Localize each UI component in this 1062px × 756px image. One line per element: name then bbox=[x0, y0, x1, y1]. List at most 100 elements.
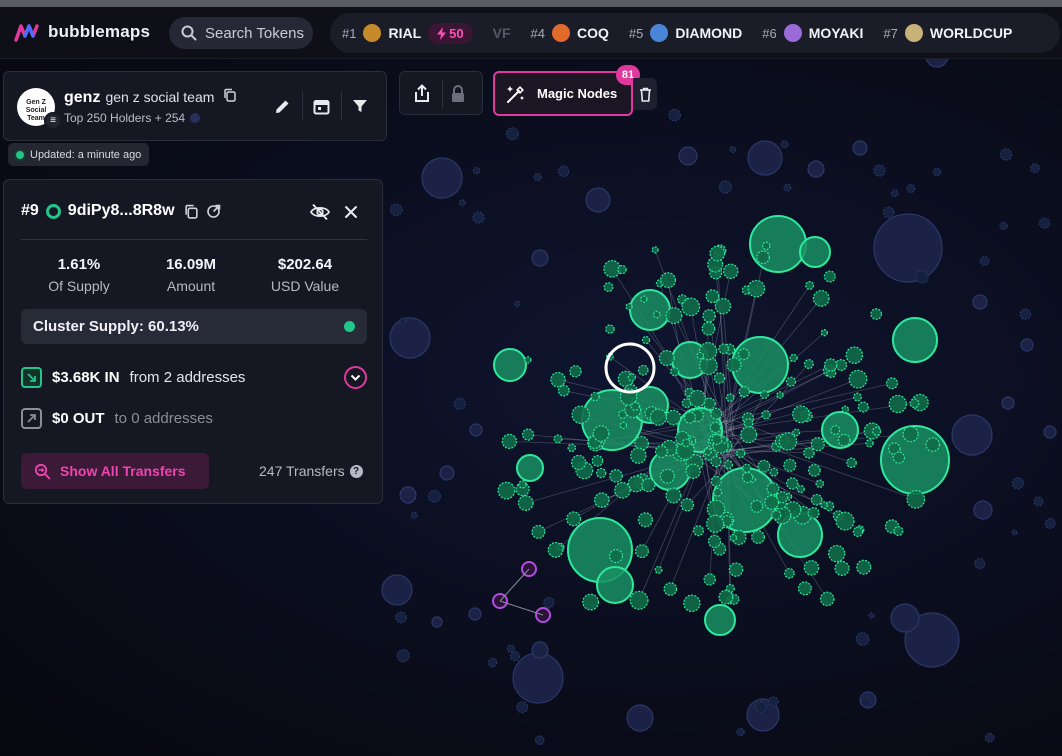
holder-bubble-cluster[interactable] bbox=[856, 559, 872, 575]
holder-bubble-dark[interactable] bbox=[890, 189, 899, 198]
holder-bubble-cluster[interactable] bbox=[571, 405, 590, 424]
holder-bubble-cluster[interactable] bbox=[723, 460, 734, 470]
holder-bubble-cluster[interactable] bbox=[848, 369, 868, 389]
holder-bubble-dark[interactable] bbox=[512, 652, 564, 704]
holder-bubble-cluster[interactable] bbox=[845, 346, 864, 365]
holder-bubble-dark[interactable] bbox=[531, 641, 549, 659]
filter-button[interactable] bbox=[348, 94, 372, 118]
expand-inflow-button[interactable] bbox=[344, 366, 367, 389]
holder-bubble-cluster[interactable] bbox=[764, 494, 780, 510]
copy-icon[interactable] bbox=[223, 88, 237, 102]
trending-item-rial[interactable]: #1 RIAL 50 bbox=[342, 22, 473, 44]
holder-bubble-cluster[interactable] bbox=[711, 433, 723, 445]
holder-bubble-dark[interactable] bbox=[458, 199, 466, 207]
holder-bubble-dark[interactable] bbox=[389, 203, 403, 217]
edit-button[interactable] bbox=[270, 94, 294, 118]
holder-bubble-dark[interactable] bbox=[487, 657, 498, 668]
holder-bubble-dark[interactable] bbox=[860, 697, 871, 707]
holder-bubble-dark[interactable] bbox=[951, 414, 993, 456]
holder-bubble-cluster[interactable] bbox=[630, 447, 647, 464]
holder-bubble-cluster[interactable] bbox=[567, 443, 577, 453]
holder-bubble-cluster[interactable] bbox=[706, 514, 725, 533]
holder-bubble-cluster[interactable] bbox=[852, 526, 864, 538]
holder-bubble-cluster[interactable] bbox=[557, 384, 570, 397]
holder-bubble-cluster[interactable] bbox=[637, 364, 649, 376]
holder-bubble-dark[interactable] bbox=[427, 489, 441, 503]
holder-bubble-cluster[interactable] bbox=[803, 447, 815, 459]
holder-bubble-cluster[interactable] bbox=[751, 530, 765, 545]
holder-bubble-cluster[interactable] bbox=[659, 468, 675, 484]
holder-bubble-dark[interactable] bbox=[1019, 308, 1032, 320]
holder-bubble-cluster[interactable] bbox=[725, 393, 735, 402]
holder-bubble-cluster[interactable] bbox=[516, 454, 544, 482]
holder-bubble-cluster[interactable] bbox=[603, 282, 614, 293]
holder-bubble-dark[interactable] bbox=[754, 700, 767, 713]
holder-bubble-cluster[interactable] bbox=[570, 454, 587, 471]
holder-bubble-dark[interactable] bbox=[1001, 396, 1015, 410]
trending-item-moyaki[interactable]: #6 MOYAKI bbox=[762, 24, 863, 42]
holder-bubble-cluster[interactable] bbox=[634, 544, 649, 559]
holder-bubble-cluster[interactable] bbox=[892, 317, 938, 363]
holder-bubble-dark[interactable] bbox=[973, 500, 993, 520]
holder-bubble-cluster[interactable] bbox=[688, 389, 707, 408]
holder-bubble-cluster[interactable] bbox=[761, 410, 771, 420]
holder-bubble-cluster[interactable] bbox=[707, 534, 722, 549]
holder-bubble-dark[interactable] bbox=[718, 180, 732, 194]
holder-bubble-cluster[interactable] bbox=[807, 463, 821, 477]
holder-bubble-cluster[interactable] bbox=[637, 512, 653, 528]
holder-bubble-cluster[interactable] bbox=[743, 418, 754, 428]
holder-bubble-dark[interactable] bbox=[736, 727, 745, 737]
holder-bubble-cluster[interactable] bbox=[625, 302, 633, 311]
holder-bubble-dark[interactable] bbox=[868, 612, 875, 619]
holder-bubble-cluster[interactable] bbox=[738, 386, 751, 398]
holder-bubble-dark[interactable] bbox=[783, 183, 792, 192]
holder-bubble-cluster[interactable] bbox=[771, 510, 782, 521]
holder-bubble-cluster[interactable] bbox=[547, 541, 564, 558]
holder-bubble-cluster[interactable] bbox=[786, 477, 799, 490]
holder-bubble-cluster[interactable] bbox=[852, 392, 862, 402]
holder-bubble-cluster[interactable] bbox=[865, 439, 874, 448]
holder-bubble-cluster[interactable] bbox=[750, 499, 764, 513]
holder-bubble-dark[interactable] bbox=[531, 249, 549, 267]
holder-bubble-cluster[interactable] bbox=[696, 351, 704, 360]
holder-bubble-cluster[interactable] bbox=[835, 511, 855, 531]
holder-bubble-cluster[interactable] bbox=[778, 432, 798, 451]
holder-bubble-cluster[interactable] bbox=[654, 445, 668, 459]
holder-bubble-cluster[interactable] bbox=[713, 372, 726, 384]
holder-bubble-dark[interactable] bbox=[453, 397, 466, 410]
holder-bubble-dark[interactable] bbox=[932, 167, 942, 177]
cluster-supply[interactable]: Cluster Supply: 60.13% bbox=[21, 309, 367, 344]
holder-bubble-dark[interactable] bbox=[855, 632, 870, 646]
holder-bubble-dark[interactable] bbox=[882, 206, 895, 219]
wallet-address[interactable]: 9diPy8...8R8w bbox=[68, 202, 175, 220]
holder-bubble-cluster[interactable] bbox=[830, 425, 841, 436]
holder-bubble-cluster[interactable] bbox=[729, 533, 738, 542]
holder-bubble-dark[interactable] bbox=[381, 574, 413, 606]
holder-bubble-cluster[interactable] bbox=[651, 246, 659, 254]
holder-bubble-cluster[interactable] bbox=[701, 321, 716, 336]
holder-bubble-cluster[interactable] bbox=[649, 408, 667, 426]
holder-bubble-dark[interactable] bbox=[972, 294, 988, 310]
holder-bubble-cluster[interactable] bbox=[652, 310, 661, 319]
holder-bubble-dark[interactable] bbox=[1011, 529, 1018, 536]
holder-bubble-dark[interactable] bbox=[439, 465, 455, 481]
trending-item-faded[interactable]: VF bbox=[493, 25, 511, 41]
holder-bubble-dark[interactable] bbox=[421, 157, 463, 199]
holder-bubble-cluster[interactable] bbox=[815, 479, 825, 489]
holder-bubble-cluster[interactable] bbox=[756, 250, 770, 265]
holder-bubble-cluster[interactable] bbox=[710, 475, 722, 488]
holder-bubble-cluster[interactable] bbox=[553, 434, 563, 444]
holder-bubble-cluster[interactable] bbox=[670, 367, 680, 377]
holder-bubble-cluster[interactable] bbox=[703, 447, 712, 456]
holder-bubble-cluster[interactable] bbox=[605, 324, 615, 334]
holder-bubble-cluster[interactable] bbox=[524, 356, 532, 364]
holder-bubble-dark[interactable] bbox=[747, 140, 783, 176]
holder-bubble-dark[interactable] bbox=[1029, 163, 1040, 174]
holder-bubble-cluster[interactable] bbox=[627, 373, 636, 382]
holder-bubble-cluster[interactable] bbox=[728, 562, 744, 577]
holder-bubble-cluster[interactable] bbox=[757, 459, 771, 473]
holder-bubble-cluster[interactable] bbox=[823, 270, 836, 283]
holder-bubble-cluster[interactable] bbox=[683, 411, 696, 424]
holder-bubble-cluster[interactable] bbox=[726, 357, 742, 373]
holder-bubble-dark[interactable] bbox=[396, 649, 410, 663]
